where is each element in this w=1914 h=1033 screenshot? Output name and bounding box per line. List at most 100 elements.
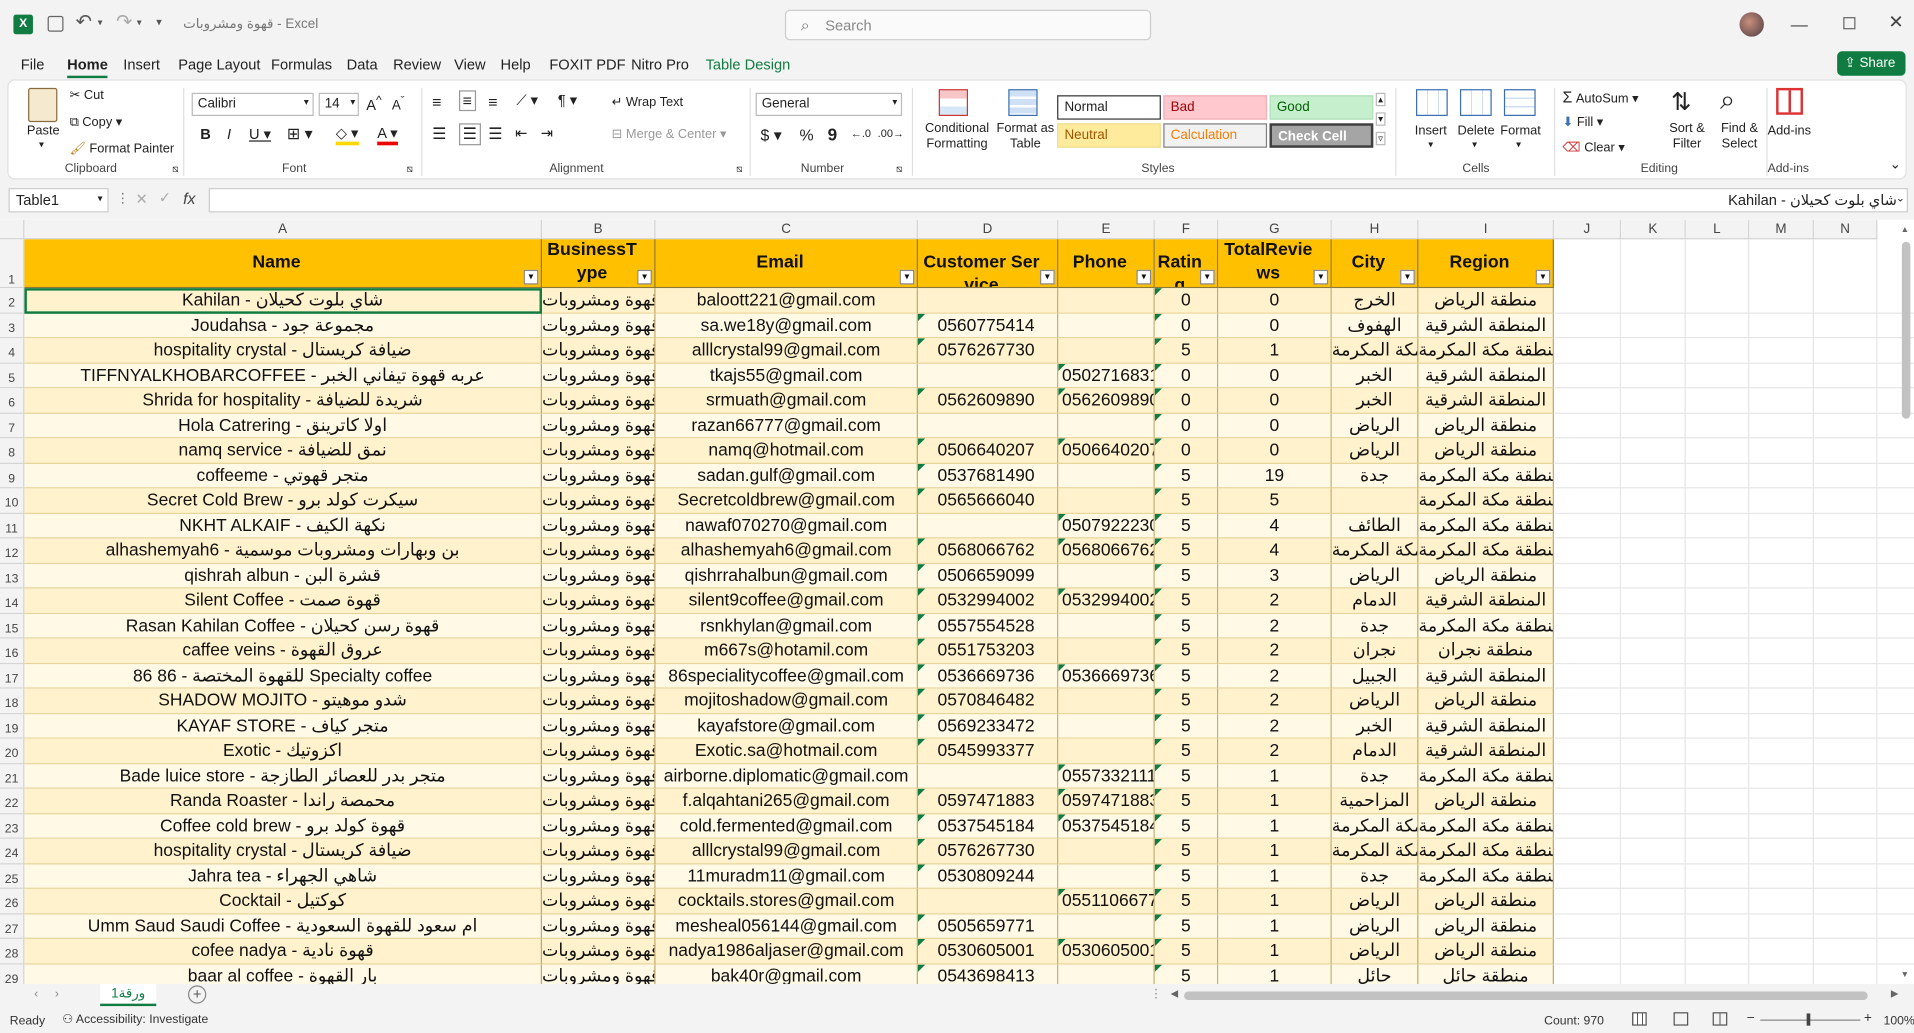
filter-dropdown-icon[interactable]: ▾ [899,269,915,285]
table-cell[interactable]: 5 [1154,938,1219,964]
table-cell[interactable] [917,413,1059,439]
table-cell[interactable]: Joudahsa - مجموعة جود [24,313,542,339]
number-as-text-indicator[interactable] [1154,663,1163,671]
table-cell[interactable]: منطقة نجران [1418,638,1554,664]
number-as-text-indicator[interactable] [1154,838,1163,847]
align-left-icon[interactable]: ☰ [432,125,446,145]
number-as-text-indicator[interactable] [917,313,926,321]
row-header[interactable]: 23 [0,813,25,839]
font-color-icon[interactable]: A ▾ [377,125,398,146]
table-cell[interactable]: baloott221@gmail.com [655,288,918,314]
table-cell[interactable]: 5 [1154,638,1219,664]
table-cell[interactable] [917,288,1059,314]
align-top-icon[interactable]: ≡ [432,93,441,111]
tab-review[interactable]: Review [393,56,441,73]
table-cell[interactable]: الرياض [1331,413,1419,439]
currency-icon[interactable]: $ ▾ [760,126,781,146]
table-cell[interactable]: KAYAF STORE - متجر كياف [24,713,542,739]
table-cell[interactable]: 0 [1154,438,1219,464]
table-cell[interactable]: قهوة ومشروبات [541,913,656,939]
table-cell[interactable]: 1 [1218,338,1332,364]
name-box[interactable]: Table1 ▾ [8,188,109,213]
accessibility-status[interactable]: ⚇ Accessibility: Investigate [62,1013,208,1026]
table-cell[interactable]: المنطقة الشرقية [1418,738,1554,764]
table-cell[interactable]: قهوة ومشروبات [541,788,656,814]
table-cell[interactable]: 0562609890 [917,388,1059,414]
filter-dropdown-icon[interactable]: ▾ [1313,269,1329,285]
table-cell[interactable]: 5 [1154,463,1219,489]
number-as-text-indicator[interactable] [1154,288,1163,296]
number-as-text-indicator[interactable] [1154,963,1163,972]
number-as-text-indicator[interactable] [917,588,926,596]
table-cell[interactable]: 0 [1218,363,1332,389]
undo-dropdown-icon[interactable]: ▾ [98,17,103,28]
table-cell[interactable]: 0 [1218,438,1332,464]
clear-button[interactable]: ⌫ Clear ▾ [1562,140,1624,155]
table-cell[interactable]: 0536669736 [1058,663,1155,689]
table-cell[interactable]: 0565666040 [917,488,1059,514]
table-cell[interactable]: 0506659099 [917,563,1059,589]
scroll-up-icon[interactable]: ▲ [1901,226,1909,235]
table-cell[interactable]: مكة المكرمة [1331,338,1419,364]
table-cell[interactable]: 0576267730 [917,338,1059,364]
font-size-select[interactable]: 14 ▾ [318,92,359,116]
table-cell[interactable]: المنطقة الشرقية [1418,313,1554,339]
table-cell[interactable]: قهوة ومشروبات [541,363,656,389]
table-cell[interactable]: namq@hotmail.com [655,438,918,464]
table-cell[interactable]: 0502716831 [1058,363,1155,389]
number-as-text-indicator[interactable] [1154,763,1163,772]
table-cell[interactable]: Coffee cold brew - قهوة كولد برو [24,813,542,839]
table-cell[interactable]: Hola Catrering - اولا كاترينق [24,413,542,439]
table-cell[interactable]: mojitoshadow@gmail.com [655,688,918,714]
table-cell[interactable]: منطقة مكة المكرمة [1418,513,1554,539]
table-cell[interactable]: 0570846482 [917,688,1059,714]
table-header-cell[interactable]: Customer Service ▾ [917,239,1059,289]
percent-icon[interactable]: % [800,126,814,144]
clipboard-launcher-icon[interactable]: ⧅ [172,164,178,176]
table-cell[interactable]: المزاحمية [1331,788,1419,814]
prev-sheet-icon[interactable]: ‹ [34,988,38,1001]
table-cell[interactable]: منطقة الرياض [1418,888,1554,914]
column-header-a[interactable]: A [24,219,542,240]
expand-formula-icon[interactable]: ⌄ [1896,192,1905,205]
table-cell[interactable]: منطقة مكة المكرمة [1418,863,1554,889]
minimize-icon[interactable]: — [1791,15,1808,35]
close-icon[interactable]: ✕ [1888,11,1903,33]
table-cell[interactable]: 0568066762 [1058,538,1155,564]
table-cell[interactable]: m667s@hotamil.com [655,638,918,664]
table-cell[interactable]: 1 [1218,963,1332,985]
table-cell[interactable]: 5 [1154,863,1219,889]
table-cell[interactable]: nawaf070270@gmail.com [655,513,918,539]
tab-page-layout[interactable]: Page Layout [178,56,260,73]
table-cell[interactable]: 5 [1154,913,1219,939]
table-cell[interactable]: 2 [1218,663,1332,689]
filter-dropdown-icon[interactable]: ▾ [1040,269,1055,285]
zoom-slider-thumb[interactable] [1806,1013,1811,1026]
table-cell[interactable]: الدمام [1331,738,1419,764]
table-cell[interactable]: منطقة مكة المكرمة [1418,463,1554,489]
table-cell[interactable]: منطقة الرياض [1418,688,1554,714]
user-avatar[interactable] [1739,12,1764,37]
number-format-select[interactable]: General ▾ [755,92,903,116]
table-cell[interactable]: منطقة مكة المكرمة [1418,813,1554,839]
number-as-text-indicator[interactable] [1058,788,1066,797]
table-cell[interactable]: cold.fermented@gmail.com [655,813,918,839]
table-cell[interactable] [1058,313,1155,339]
table-cell[interactable]: Silent Coffee - قهوة صمت [24,588,542,614]
table-cell[interactable]: 0597471883 [917,788,1059,814]
table-cell[interactable]: qishrah albun - قشرة البن [24,563,542,589]
table-cell[interactable]: 1 [1218,788,1332,814]
tab-formulas[interactable]: Formulas [271,56,332,73]
style-good[interactable]: Good [1269,95,1374,120]
table-cell[interactable] [1058,963,1155,985]
table-cell[interactable]: 0530809244 [917,863,1059,889]
row-header[interactable]: 20 [0,738,25,764]
number-as-text-indicator[interactable] [1058,938,1066,947]
column-header-f[interactable]: F [1154,219,1219,240]
number-as-text-indicator[interactable] [1154,338,1163,346]
orientation-icon[interactable]: ⟋ ▾ [516,92,538,110]
row-header[interactable]: 29 [0,963,25,985]
align-middle-icon[interactable]: ≡ [458,90,476,112]
table-cell[interactable]: جدة [1331,863,1419,889]
table-cell[interactable]: الطائف [1331,513,1419,539]
